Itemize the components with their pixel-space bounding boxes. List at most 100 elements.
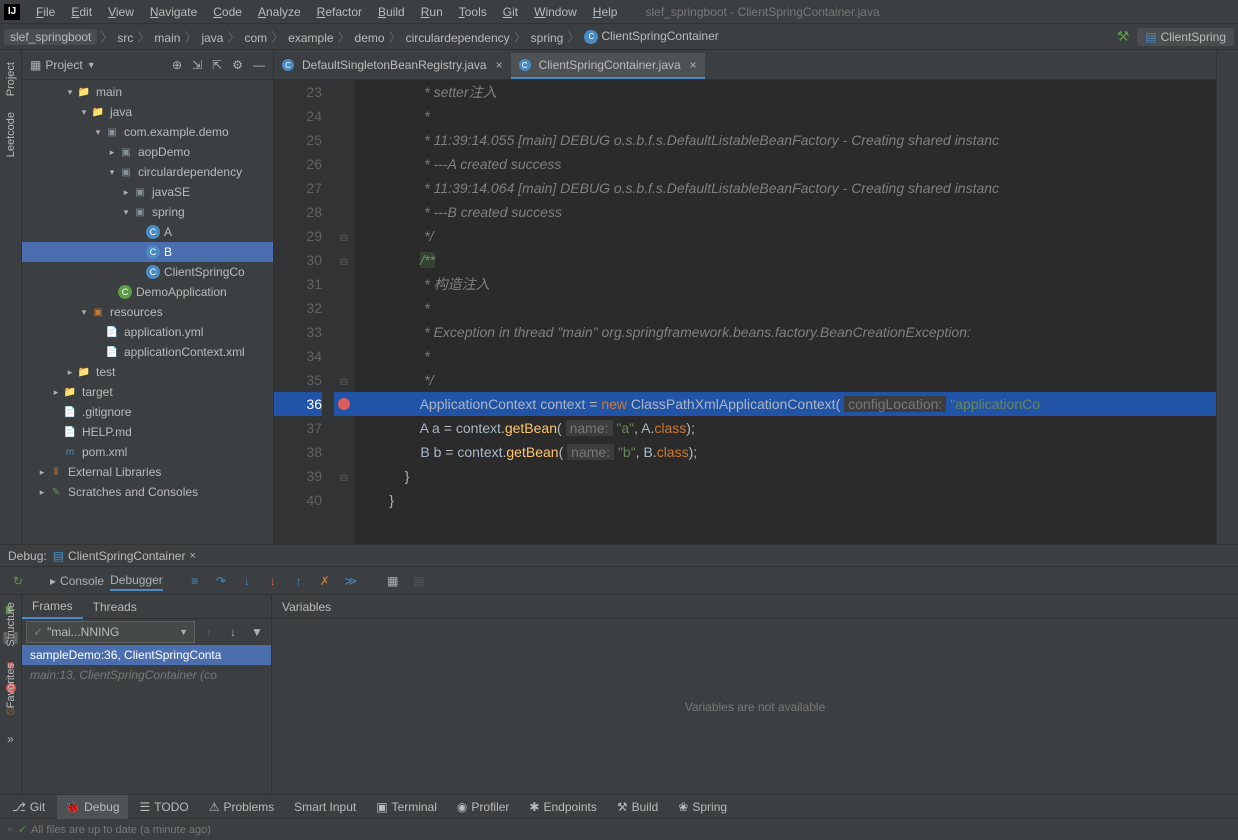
project-tree[interactable]: ▾📁main▾📁java▾▣com.example.demo▸▣aopDemo▾… [22, 80, 273, 544]
step-over-icon[interactable]: ↷ [211, 571, 231, 591]
bottom-smart-input[interactable]: Smart Input [286, 795, 364, 819]
tree-item[interactable]: mpom.xml [22, 442, 273, 462]
tree-item[interactable]: CDemoApplication [22, 282, 273, 302]
menu-run[interactable]: Run [413, 5, 451, 19]
threads-tab[interactable]: Threads [83, 595, 147, 619]
build-icon[interactable]: ⚒ [1117, 28, 1130, 45]
editor-tab[interactable]: CClientSpringContainer.java× [511, 53, 705, 79]
layout-icon[interactable]: ▦ [383, 571, 403, 591]
bottom-debug[interactable]: 🐞Debug [57, 795, 127, 819]
rail-project[interactable]: Project [5, 54, 17, 104]
editor[interactable]: 232425262728293031323334353637383940 ⊟⊟⊟… [274, 80, 1238, 544]
run-to-cursor-icon[interactable]: ✗ [315, 571, 335, 591]
tree-item[interactable]: CClientSpringCo [22, 262, 273, 282]
filter-icon[interactable]: ▼ [247, 622, 267, 642]
debug-session-tab[interactable]: ▤ ClientSpringContainer × [47, 549, 202, 563]
bottom-problems[interactable]: ⚠Problems [201, 795, 282, 819]
rail-structure[interactable]: Structure [5, 594, 17, 655]
code-area[interactable]: * setter注入 * * 11:39:14.055 [main] DEBUG… [354, 80, 1238, 544]
tree-item[interactable]: ▾📁main [22, 82, 273, 102]
settings-icon[interactable]: ▤ [409, 571, 429, 591]
editor-area: CDefaultSingletonBeanRegistry.java×CClie… [274, 50, 1238, 544]
vcs-indicator-icon[interactable]: ▫ [8, 824, 12, 836]
hide-icon[interactable]: — [253, 58, 265, 72]
close-icon[interactable]: × [690, 58, 697, 72]
menu-refactor[interactable]: Refactor [309, 5, 370, 19]
tree-item[interactable]: ▸📁target [22, 382, 273, 402]
close-icon[interactable]: × [496, 58, 503, 72]
variables-panel: Variables Variables are not available [272, 595, 1238, 794]
menu-view[interactable]: View [100, 5, 142, 19]
console-tab[interactable]: ▸Console [50, 571, 104, 591]
next-frame-icon[interactable]: ↓ [223, 622, 243, 642]
frames-tab[interactable]: Frames [22, 595, 83, 619]
debugger-tab[interactable]: Debugger [110, 571, 163, 591]
tree-item[interactable]: ▾📁java [22, 102, 273, 122]
breadcrumb-part[interactable]: example [285, 31, 336, 45]
tree-item[interactable]: CB [22, 242, 273, 262]
menu-analyze[interactable]: Analyze [250, 5, 309, 19]
run-config-selector[interactable]: ▤ ClientSpring [1137, 28, 1234, 46]
project-panel-title[interactable]: ▦ Project ▼ [30, 58, 96, 72]
step-into-icon[interactable]: ↓ [237, 571, 257, 591]
thread-selector[interactable]: ✓ "mai...NNING ▼ [26, 621, 195, 643]
rerun-icon[interactable]: ↻ [8, 571, 28, 591]
breadcrumb-current[interactable]: CClientSpringContainer [581, 29, 721, 44]
menu-git[interactable]: Git [495, 5, 526, 19]
show-exec-icon[interactable]: ≡ [185, 571, 205, 591]
stack-frame[interactable]: main:13, ClientSpringContainer (co [22, 665, 271, 685]
gear-icon[interactable]: ⚙ [232, 58, 243, 72]
force-step-icon[interactable]: ↓ [263, 571, 283, 591]
breakpoint-icon[interactable] [338, 398, 350, 410]
bottom-todo[interactable]: ☰TODO [132, 795, 197, 819]
bottom-terminal[interactable]: ▣Terminal [368, 795, 445, 819]
breadcrumb-part[interactable]: main [151, 31, 183, 45]
menu-tools[interactable]: Tools [451, 5, 495, 19]
tree-item[interactable]: ▸✎Scratches and Consoles [22, 482, 273, 502]
locate-icon[interactable]: ⊕ [172, 58, 182, 72]
bottom-profiler[interactable]: ◉Profiler [449, 795, 518, 819]
tree-item[interactable]: ▾▣circulardependency [22, 162, 273, 182]
gutter-marks[interactable]: ⊟⊟⊟⊟ [334, 80, 354, 544]
breadcrumb-part[interactable]: circulardependency [403, 31, 513, 45]
bottom-spring[interactable]: ❀Spring [670, 795, 735, 819]
breadcrumb-project[interactable]: slef_springboot [4, 29, 97, 45]
expand-icon[interactable]: ⇲ [192, 58, 202, 72]
tree-item[interactable]: ▸▣javaSE [22, 182, 273, 202]
tree-item[interactable]: 📄.gitignore [22, 402, 273, 422]
tree-item[interactable]: 📄applicationContext.xml [22, 342, 273, 362]
breadcrumb-part[interactable]: com [241, 31, 270, 45]
breadcrumb-part[interactable]: src [114, 31, 136, 45]
breadcrumb-part[interactable]: java [198, 31, 226, 45]
rail-favorites[interactable]: Favorites [5, 655, 17, 716]
menu-edit[interactable]: Edit [63, 5, 100, 19]
editor-tab[interactable]: CDefaultSingletonBeanRegistry.java× [274, 53, 511, 79]
tree-item[interactable]: ▾▣resources [22, 302, 273, 322]
bottom-git[interactable]: ⎇Git [4, 795, 53, 819]
breadcrumb-part[interactable]: demo [352, 31, 388, 45]
menu-file[interactable]: File [28, 5, 63, 19]
evaluate-icon[interactable]: ≫ [341, 571, 361, 591]
tree-item[interactable]: ▸⫴External Libraries [22, 462, 273, 482]
menu-window[interactable]: Window [526, 5, 585, 19]
tree-item[interactable]: ▸📁test [22, 362, 273, 382]
rail-leetcode[interactable]: Leetcode [5, 104, 17, 165]
prev-frame-icon[interactable]: ↑ [199, 622, 219, 642]
tree-item[interactable]: ▸▣aopDemo [22, 142, 273, 162]
menu-navigate[interactable]: Navigate [142, 5, 205, 19]
collapse-icon[interactable]: ⇱ [212, 58, 222, 72]
stack-frame[interactable]: sampleDemo:36, ClientSpringConta [22, 645, 271, 665]
tree-item[interactable]: 📄application.yml [22, 322, 273, 342]
bottom-build[interactable]: ⚒Build [609, 795, 666, 819]
menu-code[interactable]: Code [205, 5, 250, 19]
tree-item[interactable]: 📄HELP.md [22, 422, 273, 442]
tree-item[interactable]: ▾▣com.example.demo [22, 122, 273, 142]
tree-item[interactable]: CA [22, 222, 273, 242]
menu-help[interactable]: Help [585, 5, 626, 19]
tree-item[interactable]: ▾▣spring [22, 202, 273, 222]
variables-tab[interactable]: Variables [272, 595, 1238, 619]
breadcrumb-part[interactable]: spring [528, 31, 567, 45]
step-out-icon[interactable]: ↑ [289, 571, 309, 591]
menu-build[interactable]: Build [370, 5, 413, 19]
bottom-endpoints[interactable]: ✱Endpoints [521, 795, 604, 819]
